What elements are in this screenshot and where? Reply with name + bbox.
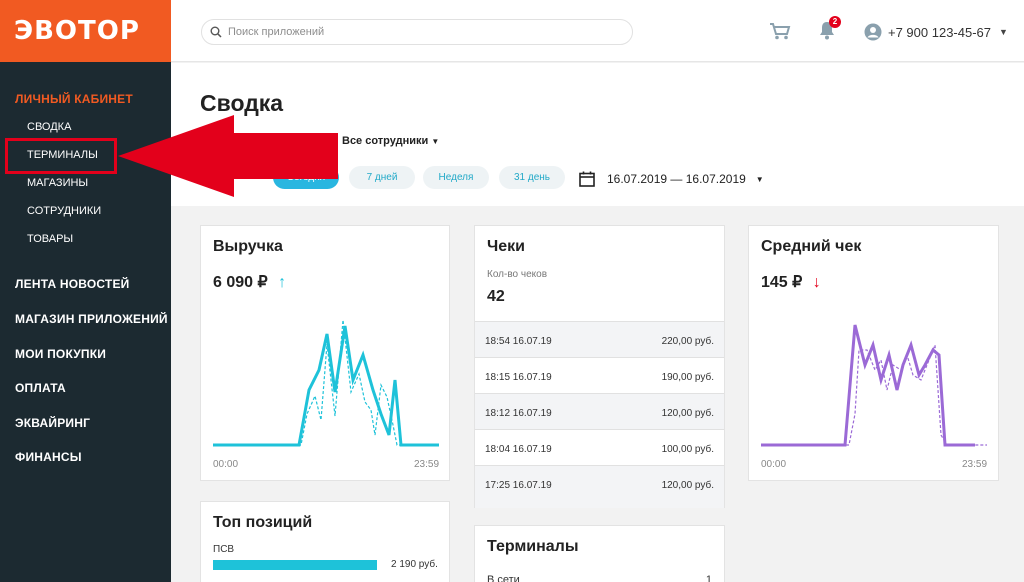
period-7-days[interactable]: 7 дней <box>349 166 415 189</box>
sidebar-item-summary[interactable]: СВОДКА <box>27 121 71 133</box>
employees-filter[interactable]: Все сотрудники ▼ <box>342 135 439 147</box>
check-row[interactable]: 18:54 16.07.19 220,00 руб. <box>475 321 724 357</box>
arrow-up-icon: ↑ <box>278 274 287 291</box>
checks-title: Чеки <box>487 238 525 255</box>
search-icon <box>210 26 222 38</box>
user-avatar-icon <box>864 23 882 41</box>
check-amount: 120,00 руб. <box>661 408 714 419</box>
terminals-online-value: 1 <box>705 574 712 582</box>
terminals-highlight-box <box>5 138 117 174</box>
avg-check-value: 145 ₽ ↓ <box>761 272 821 292</box>
avg-check-amount: 145 ₽ <box>761 274 803 291</box>
avg-check-chart <box>761 324 987 447</box>
avg-check-card: Средний чек 145 ₽ ↓ 00:00 23:59 <box>748 225 999 481</box>
revenue-amount: 6 090 ₽ <box>213 274 268 291</box>
revenue-chart <box>213 319 439 447</box>
sidebar-item-employees[interactable]: СОТРУДНИКИ <box>27 205 101 217</box>
terminals-card: Терминалы В сети 1 <box>474 525 725 582</box>
chevron-down-icon: ▼ <box>755 174 764 184</box>
user-menu[interactable]: +7 900 123-45-67 ▼ <box>864 23 1008 41</box>
check-amount: 120,00 руб. <box>661 480 714 491</box>
avg-check-axis-end: 23:59 <box>962 459 988 470</box>
chevron-down-icon: ▼ <box>431 137 440 146</box>
employees-filter-label: Все сотрудники <box>342 135 429 147</box>
red-arrow-annotation <box>118 115 338 197</box>
check-time: 18:54 16.07.19 <box>485 336 552 347</box>
check-time: 18:12 16.07.19 <box>485 408 552 419</box>
sidebar-section-app-store[interactable]: МАГАЗИН ПРИЛОЖЕНИЙ <box>15 312 168 326</box>
checks-count-label: Кол-во чеков <box>487 269 548 280</box>
top-item-value: 2 190 руб. <box>391 559 438 570</box>
search-box[interactable] <box>201 19 633 45</box>
check-amount: 190,00 руб. <box>661 372 714 383</box>
notification-badge: 2 <box>829 16 841 28</box>
cart-icon[interactable] <box>769 22 791 40</box>
sidebar-item-stores[interactable]: МАГАЗИНЫ <box>27 177 88 189</box>
revenue-axis-start: 00:00 <box>213 459 239 470</box>
date-range-picker[interactable]: 16.07.2019 — 16.07.2019 ▼ <box>579 171 764 187</box>
revenue-value: 6 090 ₽ ↑ <box>213 272 286 292</box>
check-time: 17:25 16.07.19 <box>485 480 552 491</box>
revenue-title: Выручка <box>213 238 283 255</box>
checks-count: 42 <box>487 288 505 305</box>
calendar-icon <box>579 171 595 187</box>
sidebar-section-finance[interactable]: ФИНАНСЫ <box>15 450 82 464</box>
logo-bar[interactable]: ЭВОТОР <box>0 0 171 62</box>
check-row[interactable]: 18:12 16.07.19 120,00 руб. <box>475 393 724 429</box>
check-amount: 100,00 руб. <box>661 444 714 455</box>
top-positions-title: Топ позиций <box>213 514 313 531</box>
check-time: 18:15 16.07.19 <box>485 372 552 383</box>
user-phone: +7 900 123-45-67 <box>888 24 992 40</box>
sidebar-section-purchases[interactable]: МОИ ПОКУПКИ <box>15 347 106 361</box>
check-row[interactable]: 18:04 16.07.19 100,00 руб. <box>475 429 724 465</box>
period-31-days[interactable]: 31 день <box>499 166 565 189</box>
sidebar-section-payment[interactable]: ОПЛАТА <box>15 381 66 395</box>
revenue-card: Выручка 6 090 ₽ ↑ 00:00 23:59 <box>200 225 450 481</box>
sidebar-item-goods[interactable]: ТОВАРЫ <box>27 233 73 245</box>
check-time: 18:04 16.07.19 <box>485 444 552 455</box>
top-item-name: ПСВ <box>213 544 235 555</box>
check-row[interactable]: 17:25 16.07.19 120,00 руб. <box>475 465 724 508</box>
terminals-title: Терминалы <box>487 538 579 555</box>
top-item-bar <box>213 560 377 570</box>
check-amount: 220,00 руб. <box>661 336 714 347</box>
terminals-online-label: В сети <box>487 574 520 582</box>
chevron-down-icon: ▼ <box>999 27 1008 37</box>
top-header: 2 +7 900 123-45-67 ▼ <box>171 0 1024 62</box>
period-week[interactable]: Неделя <box>423 166 489 189</box>
checks-card: Чеки Кол-во чеков 42 18:54 16.07.19 220,… <box>474 225 725 508</box>
logo: ЭВОТОР <box>14 16 140 46</box>
date-range-text: 16.07.2019 — 16.07.2019 <box>607 172 746 186</box>
sidebar-section-acquiring[interactable]: ЭКВАЙРИНГ <box>15 416 90 430</box>
avg-check-axis-start: 00:00 <box>761 459 787 470</box>
arrow-down-icon: ↓ <box>812 274 821 291</box>
avg-check-title: Средний чек <box>761 238 862 255</box>
top-positions-card: Топ позиций ПСВ 2 190 руб. <box>200 501 450 582</box>
sidebar-section-cabinet[interactable]: ЛИЧНЫЙ КАБИНЕТ <box>15 92 133 106</box>
check-row[interactable]: 18:15 16.07.19 190,00 руб. <box>475 357 724 393</box>
search-input[interactable] <box>228 26 608 38</box>
sidebar-section-news[interactable]: ЛЕНТА НОВОСТЕЙ <box>15 277 130 291</box>
revenue-axis-end: 23:59 <box>414 459 440 470</box>
